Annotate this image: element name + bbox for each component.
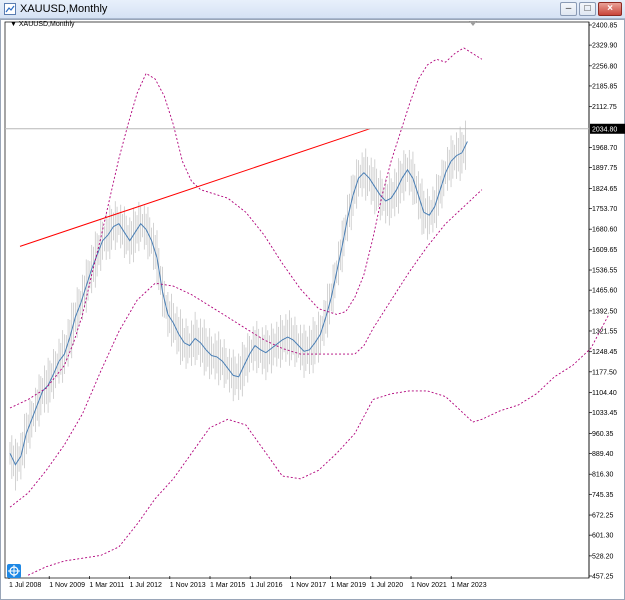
x-tick-label: 1 Nov 2017: [290, 582, 326, 589]
x-tick-label: 1 Mar 2023: [451, 582, 487, 589]
x-tick-label: 1 Jul 2020: [371, 582, 403, 589]
y-tick-label: 1248.45: [592, 349, 617, 356]
x-tick-label: 1 Mar 2019: [331, 582, 367, 589]
y-tick-label: 528.20: [592, 553, 614, 560]
x-tick-label: 1 Nov 2021: [411, 582, 447, 589]
y-tick-label: 1753.70: [592, 206, 617, 213]
symbol-timeframe-label: ▼ XAUUSD,Monthly: [10, 21, 75, 28]
x-tick-label: 1 Nov 2013: [170, 582, 206, 589]
y-tick-label: 1392.50: [592, 308, 617, 315]
current-price-label: 2034.80: [592, 126, 617, 133]
x-tick-label: 1 Jul 2008: [9, 582, 41, 589]
x-tick-label: 1 Jul 2016: [250, 582, 282, 589]
y-tick-label: 1609.65: [592, 247, 617, 254]
x-tick-label: 1 Mar 2015: [210, 582, 246, 589]
y-tick-label: 1177.50: [592, 369, 617, 376]
y-tick-label: 2112.75: [592, 104, 617, 111]
y-tick-label: 889.40: [592, 451, 614, 458]
y-tick-label: 1824.65: [592, 186, 617, 193]
y-tick-label: 1897.75: [592, 165, 617, 172]
x-tick-label: 1 Nov 2009: [49, 582, 85, 589]
y-tick-label: 816.30: [592, 472, 614, 479]
symbol-label-text: XAUUSD,Monthly: [18, 21, 75, 28]
crosshair-icon: [8, 565, 20, 577]
y-tick-label: 1536.55: [592, 268, 617, 275]
y-tick-label: 1033.45: [592, 410, 617, 417]
navigator-button[interactable]: [7, 564, 21, 578]
y-tick-label: 1465.60: [592, 288, 617, 295]
y-tick-label: 457.25: [592, 574, 614, 581]
y-tick-label: 960.35: [592, 431, 614, 438]
y-tick-label: 2400.85: [592, 23, 617, 30]
y-tick-label: 2185.85: [592, 83, 617, 90]
y-tick-label: 745.35: [592, 492, 614, 499]
y-tick-label: 1680.60: [592, 227, 617, 234]
price-chart[interactable]: 2400.85 2329.90 2256.80 2185.85 2112.75 1968.…: [0, 0, 625, 600]
y-tick-label: 601.30: [592, 533, 614, 540]
y-tick-label: 1968.70: [592, 145, 617, 152]
y-tick-label: 1104.40: [592, 390, 617, 397]
y-tick-label: 2329.90: [592, 43, 617, 50]
x-tick-label: 1 Mar 2011: [89, 582, 124, 589]
y-tick-label: 672.25: [592, 513, 614, 520]
y-tick-label: 1321.55: [592, 328, 617, 335]
x-tick-label: 1 Jul 2012: [130, 582, 162, 589]
y-tick-label: 2256.80: [592, 63, 617, 70]
